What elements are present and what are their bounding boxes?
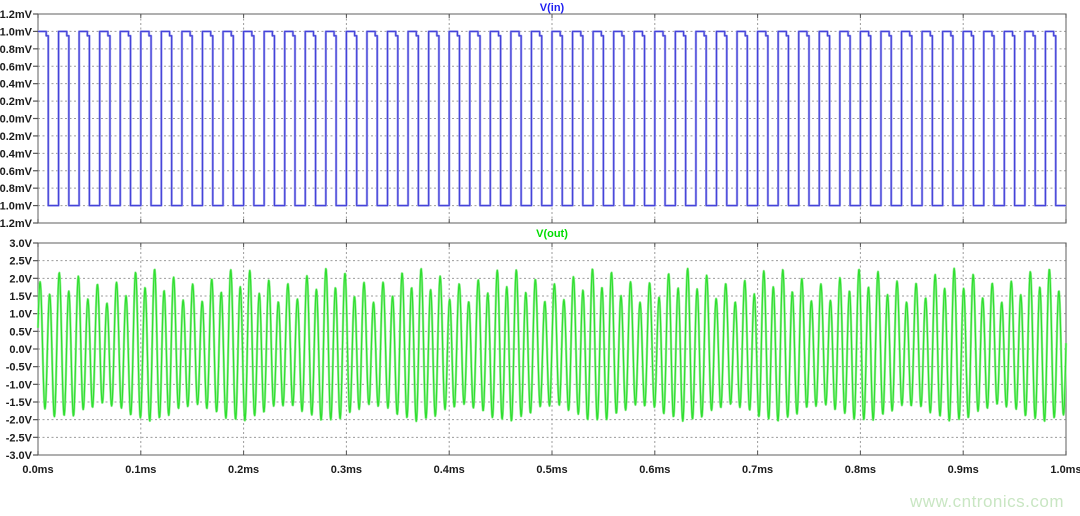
vout-pane-title: V(out) [536,228,568,240]
y-tick-label: -3.0V [6,450,33,462]
y-tick-label: 0.4mV [0,79,33,91]
y-tick-label: 1.2mV [0,9,33,21]
x-tick-label: 0.4ms [434,464,465,476]
y-tick-label: -1.0V [6,379,33,391]
x-tick-label: 0.7ms [742,464,773,476]
x-tick-label: 0.5ms [536,464,567,476]
y-tick-label: 1.0mV [0,26,33,38]
y-tick-label: 3.0V [9,238,32,250]
x-tick-label: 0.3ms [331,464,362,476]
x-tick-label: 0.8ms [845,464,876,476]
y-tick-label: 0.0mV [0,114,33,126]
vin-pane-title: V(in) [540,2,565,14]
y-tick-label: 0.2mV [0,96,33,108]
y-tick-label: -1.0mV [0,201,33,213]
y-tick-label: -1.2mV [0,218,33,230]
vout-trace [38,268,1066,421]
plot-svg: V(in) 1.2mV 1.0mV 0.8mV 0.6mV 0.4mV 0.2mV 0.0m… [0,0,1080,516]
y-tick-label: 1.5V [9,291,32,303]
vout-pane: 3.0V 2.5V 2.0V 1.5V 1.0V 0.5V 0.0V -0.5V -1.0V -1… [6,238,1066,462]
y-tick-label: 0.6mV [0,61,33,73]
y-tick-label: 2.0V [9,273,32,285]
x-tick-label: 1.0ms [1050,464,1080,476]
x-axis-labels: 0.0ms 0.1ms 0.2ms 0.3ms 0.4ms 0.5ms 0.6ms 0.7ms… [22,464,1080,476]
y-tick-label: -0.5V [6,362,33,374]
y-tick-label: 0.8mV [0,44,33,56]
x-tick-label: 0.6ms [639,464,670,476]
y-tick-label: -2.0V [6,415,33,427]
y-tick-label: 0.5V [9,326,32,338]
y-tick-label: -1.5V [6,397,33,409]
y-tick-label: -0.6mV [0,166,33,178]
y-tick-label: -0.4mV [0,148,33,160]
y-tick-label: -2.5V [6,432,33,444]
vin-pane: 1.2mV 1.0mV 0.8mV 0.6mV 0.4mV 0.2mV 0.0mV -0.2m… [0,9,1066,230]
y-tick-label: 0.0V [9,344,32,356]
vin-trace [38,31,1066,205]
x-tick-label: 0.0ms [22,464,53,476]
watermark: www.cntronics.com [909,492,1064,511]
y-tick-label: 1.0V [9,309,32,321]
x-tick-label: 0.9ms [948,464,979,476]
x-tick-label: 0.2ms [228,464,259,476]
x-tick-label: 0.1ms [125,464,156,476]
y-tick-label: -0.2mV [0,131,33,143]
waveform-viewer: V(in) 1.2mV 1.0mV 0.8mV 0.6mV 0.4mV 0.2mV 0.0m… [0,0,1080,516]
y-tick-label: 2.5V [9,256,32,268]
y-tick-label: -0.8mV [0,183,33,195]
